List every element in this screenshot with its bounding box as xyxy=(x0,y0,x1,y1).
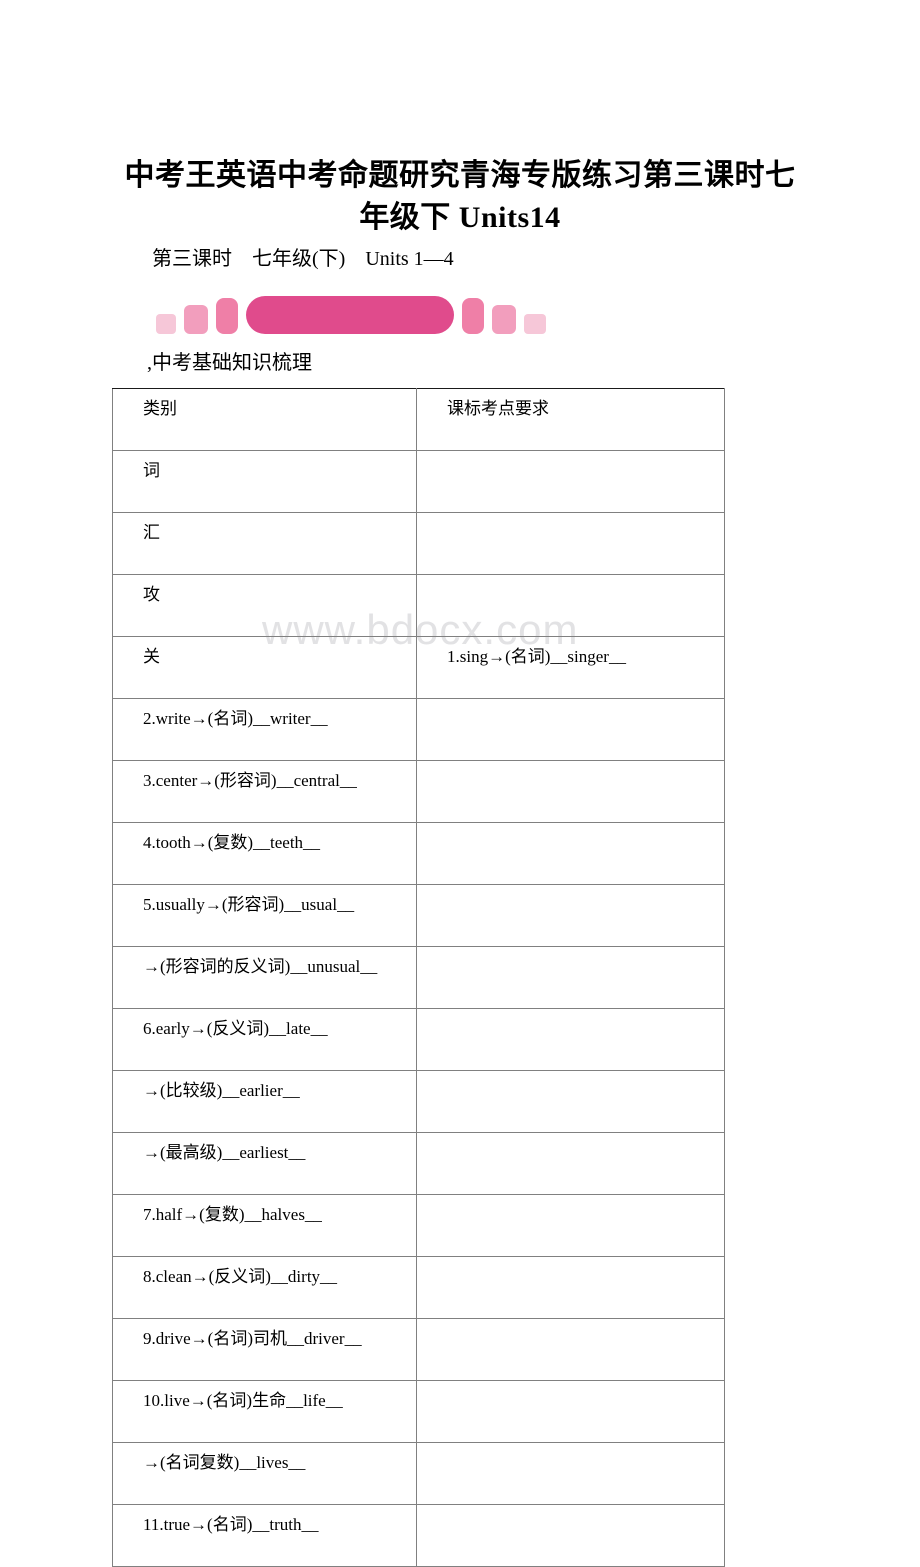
table-cell-requirement xyxy=(416,1008,725,1071)
table-cell-category: 10.live→(名词)生命__life__ xyxy=(112,1380,417,1443)
deco-segment-3 xyxy=(216,298,238,334)
table-cell-category: 词 xyxy=(112,450,417,513)
table-cell-category: 4.tooth→(复数)__teeth__ xyxy=(112,822,417,885)
table-header-cell: 类别 xyxy=(112,388,417,451)
table-row: →(最高级)__earliest__ xyxy=(112,1132,725,1195)
table-cell-requirement xyxy=(416,822,725,885)
deco-segment-5 xyxy=(462,298,484,334)
table-row: 汇 xyxy=(112,512,725,575)
table-row: 关 1.sing→(名词)__singer__ xyxy=(112,636,725,699)
table-row: →(比较级)__earlier__ xyxy=(112,1070,725,1133)
decorative-pink-bar xyxy=(156,296,546,336)
table-cell-category: 攻 xyxy=(112,574,417,637)
table-cell-category: 关 xyxy=(112,636,417,699)
table-cell-category: 7.half→(复数)__halves__ xyxy=(112,1194,417,1257)
table-row: 攻 xyxy=(112,574,725,637)
table-cell-requirement xyxy=(416,1380,725,1443)
table-cell-category: →(形容词的反义词)__unusual__ xyxy=(112,946,417,1009)
table-cell-category: 11.true→(名词)__truth__ xyxy=(112,1504,417,1567)
table-row: 6.early→(反义词)__late__ xyxy=(112,1008,725,1071)
table-cell-requirement xyxy=(416,698,725,761)
table-cell-category: 2.write→(名词)__writer__ xyxy=(112,698,417,761)
table-cell-requirement xyxy=(416,450,725,513)
table-header-cell: 课标考点要求 xyxy=(416,388,725,451)
table-row: 9.drive→(名词)司机__driver__ xyxy=(112,1318,725,1381)
deco-segment-7 xyxy=(524,314,546,334)
table-row: 4.tooth→(复数)__teeth__ xyxy=(112,822,725,885)
table-row: →(形容词的反义词)__unusual__ xyxy=(112,946,725,1009)
table-row: 7.half→(复数)__halves__ xyxy=(112,1194,725,1257)
table-cell-category: 5.usually→(形容词)__usual__ xyxy=(112,884,417,947)
table-row: 10.live→(名词)生命__life__ xyxy=(112,1380,725,1443)
table-row: 3.center→(形容词)__central__ xyxy=(112,760,725,823)
knowledge-table: 类别 课标考点要求词汇攻关 1.sing→(名词)__singer__ 2.write… xyxy=(112,388,725,1567)
table-cell-requirement xyxy=(416,1132,725,1195)
table-cell-category: 汇 xyxy=(112,512,417,575)
table-cell-category: 8.clean→(反义词)__dirty__ xyxy=(112,1256,417,1319)
table-row: 11.true→(名词)__truth__ xyxy=(112,1504,725,1567)
document-page: www.bdocx.com 中考王英语中考命题研究青海专版练习第三课时七年级下 … xyxy=(0,0,920,1567)
table-cell-requirement xyxy=(416,574,725,637)
table-row: 2.write→(名词)__writer__ xyxy=(112,698,725,761)
deco-segment-2 xyxy=(184,305,208,334)
table-cell-requirement xyxy=(416,1504,725,1567)
deco-segment-4 xyxy=(246,296,454,334)
table-cell-requirement xyxy=(416,1442,725,1505)
table-row: →(名词复数)__lives__ xyxy=(112,1442,725,1505)
table-cell-requirement xyxy=(416,1256,725,1319)
table-row: 类别 课标考点要求 xyxy=(112,388,725,451)
table-cell-category: 6.early→(反义词)__late__ xyxy=(112,1008,417,1071)
knowledge-table-wrapper: 类别 课标考点要求词汇攻关 1.sing→(名词)__singer__ 2.write… xyxy=(112,388,725,1567)
section-heading: ,中考基础知识梳理 xyxy=(147,352,312,374)
table-cell-category: →(名词复数)__lives__ xyxy=(112,1442,417,1505)
table-cell-requirement xyxy=(416,884,725,947)
table-cell-requirement xyxy=(416,512,725,575)
table-cell-category: →(最高级)__earliest__ xyxy=(112,1132,417,1195)
table-row: 5.usually→(形容词)__usual__ xyxy=(112,884,725,947)
table-cell-requirement xyxy=(416,1070,725,1133)
deco-segment-1 xyxy=(156,314,176,334)
table-cell-requirement xyxy=(416,1194,725,1257)
table-cell-requirement xyxy=(416,946,725,1009)
table-row: 词 xyxy=(112,450,725,513)
table-cell-requirement xyxy=(416,760,725,823)
page-title: 中考王英语中考命题研究青海专版练习第三课时七年级下 Units14 xyxy=(124,159,796,234)
table-cell-requirement xyxy=(416,1318,725,1381)
deco-segment-6 xyxy=(492,305,516,334)
table-row: 8.clean→(反义词)__dirty__ xyxy=(112,1256,725,1319)
table-cell-category: 3.center→(形容词)__central__ xyxy=(112,760,417,823)
lesson-subtitle: 第三课时 七年级(下) Units 1—4 xyxy=(152,248,454,270)
table-cell-requirement: 1.sing→(名词)__singer__ xyxy=(416,636,725,699)
table-cell-category: 9.drive→(名词)司机__driver__ xyxy=(112,1318,417,1381)
table-cell-category: →(比较级)__earlier__ xyxy=(112,1070,417,1133)
